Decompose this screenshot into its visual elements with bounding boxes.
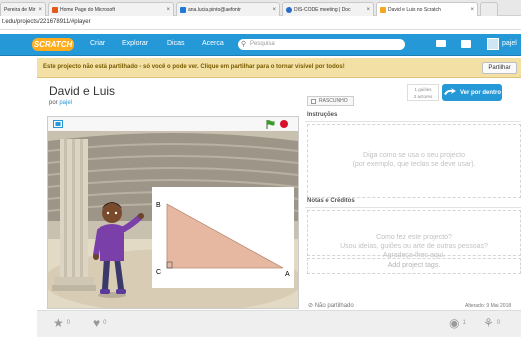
byline-prefix: por [49, 100, 58, 106]
heart-icon: ♥ [93, 316, 101, 330]
tags-input[interactable]: Add project tags. [307, 258, 521, 274]
scratch-cat-icon [380, 6, 386, 13]
draft-badge: RASCUNHO [307, 96, 354, 106]
my-stuff-icon[interactable] [461, 40, 471, 48]
tab-label: ana.lucia.pinto@aefontr [188, 6, 241, 13]
search-placeholder: Pesquisa [250, 41, 275, 47]
search-icon: ⚲ [241, 41, 247, 48]
outlook-icon [180, 6, 186, 13]
draft-checkbox [311, 99, 316, 104]
globe-icon: ⊘ [308, 303, 314, 309]
browser-tab[interactable]: Home Page do Microsoft × [48, 2, 174, 16]
banner-message: Este projecto não está partilhado - só v… [43, 64, 345, 70]
messages-icon[interactable] [436, 40, 446, 47]
stage-scene: B C A [43, 131, 303, 313]
username-menu[interactable]: pajel [502, 40, 517, 47]
tab-label: Pereira de Mir [4, 6, 36, 13]
close-icon[interactable]: × [38, 7, 42, 13]
see-inside-label: Ver por dentro [459, 89, 501, 96]
tab-label: DIS-CODE meeting | Doc [294, 6, 351, 13]
avatar[interactable] [487, 38, 499, 50]
vertex-label-b: B [156, 202, 161, 209]
top-nav: SCRATCH Criar Explorar Dicas Acerca ⚲ Pe… [0, 34, 521, 56]
scratch-logo[interactable]: SCRATCH [32, 38, 74, 51]
tab-label: Home Page do Microsoft [60, 6, 116, 13]
address-bar[interactable]: t.edu/projects/221678911/#player [0, 16, 521, 30]
star-icon: ★ [53, 316, 64, 330]
project-stats-bar: ★ 0 ♥ 0 ◉ 1 ⚘ 0 [37, 310, 521, 337]
close-icon[interactable]: × [366, 7, 370, 13]
close-icon[interactable]: × [470, 7, 474, 13]
project-title[interactable]: David e Luis [49, 84, 115, 98]
favorite-count: 0 [103, 320, 107, 326]
byline: por pajel [49, 100, 72, 106]
love-count: 0 [66, 320, 71, 326]
browser-tab[interactable]: ana.lucia.pinto@aefontr × [176, 2, 280, 16]
docs-icon [286, 6, 292, 13]
draft-label: RASCUNHO [319, 98, 348, 104]
stop-icon[interactable] [280, 120, 288, 128]
office-icon [52, 6, 58, 13]
sprites-count: 2 actores [413, 94, 433, 99]
stage-canvas[interactable]: B C A [43, 131, 303, 313]
eye-icon: ◉ [449, 316, 460, 330]
modified-date: Alterado: 9 Mai 2018 [465, 303, 512, 309]
instructions-field[interactable]: Diga como se usa o seu projecto (por exe… [307, 124, 521, 198]
views-count: 1 [462, 320, 466, 326]
remix-counter: ⚘ 0 [483, 317, 500, 329]
share-status: ⊘ Não partilhado [308, 302, 354, 309]
vertex-label-a: A [285, 271, 290, 278]
project-player: B C A [43, 116, 303, 313]
notes-placeholder-line1: Como fez este projecto? [376, 234, 452, 241]
instructions-placeholder-line2: (por exemplo, que teclas se deve usar). [352, 161, 476, 168]
fullscreen-icon[interactable] [53, 120, 63, 128]
tab-label: David e Luis no Scratch [388, 6, 441, 13]
share-button[interactable]: Partilhar [482, 62, 517, 74]
instructions-heading: Instruções [305, 112, 521, 122]
views-counter: ◉ 1 [449, 317, 466, 329]
nav-about[interactable]: Acerca [202, 40, 224, 47]
close-icon[interactable]: × [166, 7, 170, 13]
close-icon[interactable]: × [272, 7, 276, 13]
unshared-banner: Este projecto não está partilhado - só v… [37, 58, 521, 78]
nav-create[interactable]: Criar [90, 40, 105, 47]
project-stats: 1 guiões 2 actores [407, 84, 439, 101]
instructions-placeholder-line1: Diga como se usa o seu projecto [363, 152, 465, 159]
see-inside-button[interactable]: Ver por dentro [442, 84, 502, 101]
vertex-label-c: C [156, 269, 161, 276]
remix-count: 0 [496, 320, 501, 326]
share-status-label: Não partilhado [314, 303, 354, 309]
browser-tab-strip: Pereira de Mir × Home Page do Microsoft … [0, 0, 521, 16]
notes-heading: Notas e Créditos [305, 198, 521, 208]
remix-icon: ⚘ [483, 316, 494, 330]
remix-arrows-icon [443, 88, 456, 95]
scripts-count: 1 guiões [414, 87, 432, 92]
author-link[interactable]: pajel [59, 100, 72, 106]
green-flag-icon[interactable] [266, 120, 275, 129]
new-tab-button[interactable] [480, 2, 498, 16]
nav-tips[interactable]: Dicas [167, 40, 185, 47]
favorite-button[interactable]: ♥ 0 [93, 317, 106, 329]
browser-tab-active[interactable]: David e Luis no Scratch × [376, 2, 478, 16]
love-button[interactable]: ★ 0 [53, 317, 70, 329]
notes-field[interactable]: Como fez este projecto? Usou ideias, gui… [307, 210, 521, 259]
browser-tab[interactable]: DIS-CODE meeting | Doc × [282, 2, 374, 16]
player-toolbar [48, 117, 298, 131]
browser-tab[interactable]: Pereira de Mir × [0, 2, 46, 16]
nav-explore[interactable]: Explorar [122, 40, 148, 47]
notes-placeholder-line2: Usou ideias, guiões ou arte de outras pe… [340, 243, 488, 250]
search-input[interactable]: ⚲ Pesquisa [238, 39, 405, 50]
